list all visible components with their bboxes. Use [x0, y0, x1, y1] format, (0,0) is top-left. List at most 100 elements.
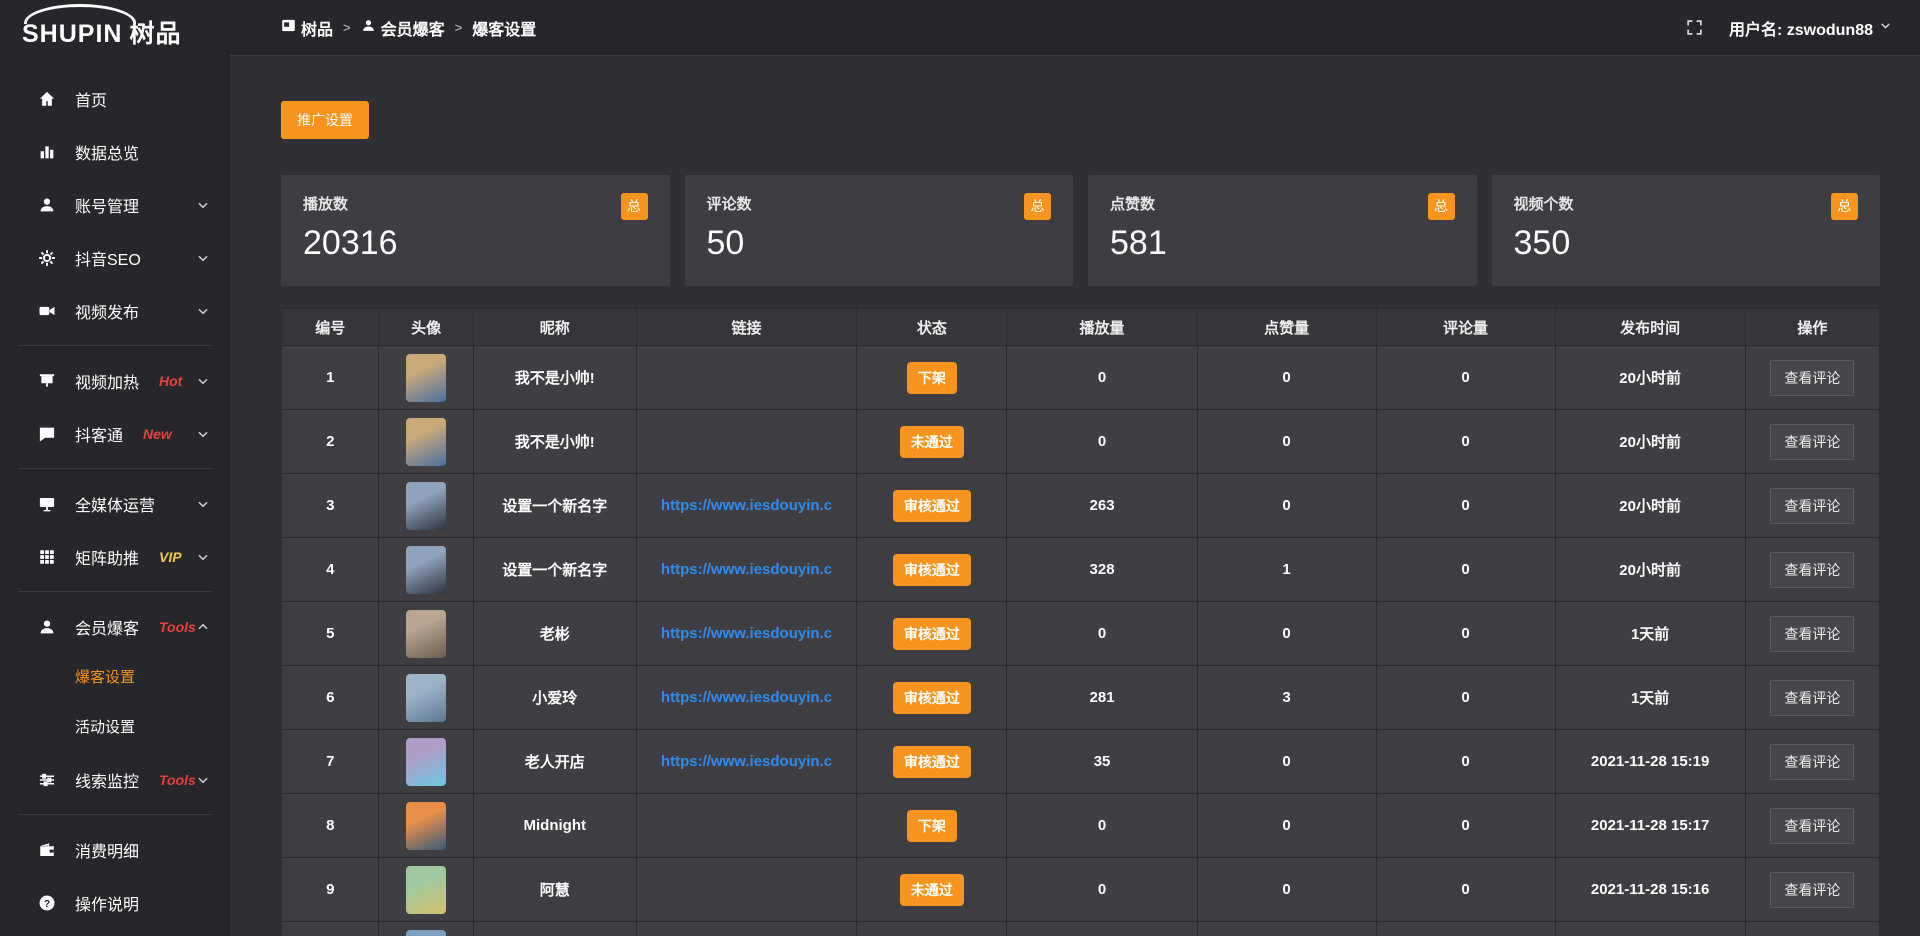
- status-badge[interactable]: 审核通过: [893, 682, 971, 714]
- video-link[interactable]: https://www.iesdouyin.c: [661, 625, 832, 642]
- sidebar-item-clue-monitor[interactable]: 线索监控Tools: [0, 753, 230, 806]
- sidebar-item-video-heat[interactable]: 视频加热Hot: [0, 354, 230, 407]
- sidebar-item-label: 全媒体运营: [75, 492, 155, 516]
- view-comments-button[interactable]: 查看评论: [1770, 360, 1854, 396]
- cell-time: 20小时前: [1555, 474, 1745, 538]
- cell-nickname: 老彬: [473, 602, 636, 666]
- avatar: [406, 866, 446, 914]
- table-row: 4设置一个新名字https://www.iesdouyin.c审核通过32810…: [282, 538, 1880, 602]
- logo-text-en: SHUPIN: [22, 20, 122, 48]
- user-menu[interactable]: 用户名: zswodun88: [1729, 16, 1892, 40]
- cell-plays: 263: [1007, 474, 1197, 538]
- cell-time: 2021-11-28 15:16: [1555, 858, 1745, 922]
- sidebar-subitem-activity-settings[interactable]: 活动设置: [0, 703, 230, 753]
- cell-likes: 1: [1197, 538, 1376, 602]
- promo-settings-button[interactable]: 推广设置: [281, 101, 369, 139]
- chevron-down-icon: [196, 497, 210, 511]
- view-comments-button[interactable]: 查看评论: [1770, 616, 1854, 652]
- view-comments-button[interactable]: 查看评论: [1770, 808, 1854, 844]
- total-badge: 总: [1831, 193, 1858, 220]
- sidebar-item-matrix-boost[interactable]: 矩阵助推VIP: [0, 530, 230, 583]
- videos-table: 编号头像昵称链接状态播放量点赞量评论量发布时间操作 1我不是小帅!下架00020…: [281, 308, 1880, 936]
- cell-avatar: [379, 794, 473, 858]
- chevron-down-icon: [196, 198, 210, 212]
- video-link[interactable]: https://www.iesdouyin.c: [661, 689, 832, 706]
- status-badge[interactable]: 审核通过: [893, 490, 971, 522]
- stat-card-top: 点赞数总: [1110, 193, 1455, 220]
- cell-action: 查看评论: [1745, 474, 1879, 538]
- stat-card-comments: 评论数总50: [685, 175, 1074, 286]
- home-icon: [38, 90, 56, 108]
- comment-icon: [38, 425, 56, 443]
- cell-link: [636, 922, 857, 936]
- breadcrumb: 树品 > 会员爆客 > 爆客设置: [281, 16, 536, 40]
- stat-label: 播放数: [303, 193, 348, 214]
- status-badge[interactable]: 审核通过: [893, 746, 971, 778]
- cell-comments: 0: [1376, 538, 1555, 602]
- cell-likes: 0: [1197, 410, 1376, 474]
- view-comments-button[interactable]: 查看评论: [1770, 744, 1854, 780]
- cell-nickname: Midnight: [473, 794, 636, 858]
- view-comments-button[interactable]: 查看评论: [1770, 552, 1854, 588]
- table-row: 3设置一个新名字https://www.iesdouyin.c审核通过26300…: [282, 474, 1880, 538]
- sidebar-item-video-publish[interactable]: 视频发布: [0, 284, 230, 337]
- table-row: 6小爱玲https://www.iesdouyin.c审核通过281301天前查…: [282, 666, 1880, 730]
- fullscreen-icon[interactable]: [1686, 19, 1703, 36]
- cell-status: 未通过: [857, 410, 1007, 474]
- sidebar-item-home[interactable]: 首页: [0, 72, 230, 125]
- cell-plays: 0: [1007, 410, 1197, 474]
- view-comments-button[interactable]: 查看评论: [1770, 488, 1854, 524]
- view-comments-button[interactable]: 查看评论: [1770, 680, 1854, 716]
- avatar: [406, 930, 446, 936]
- cell-link: https://www.iesdouyin.c: [636, 730, 857, 794]
- status-badge[interactable]: 下架: [907, 810, 957, 842]
- video-link[interactable]: https://www.iesdouyin.c: [661, 561, 832, 578]
- sidebar-item-label: 会员爆客: [75, 615, 139, 639]
- sidebar-item-account-management[interactable]: 账号管理: [0, 178, 230, 231]
- view-comments-button[interactable]: 查看评论: [1770, 424, 1854, 460]
- breadcrumb-label: 树品: [301, 16, 333, 40]
- user-icon: [38, 618, 56, 636]
- stat-label: 评论数: [707, 193, 752, 214]
- stat-card-top: 视频个数总: [1514, 193, 1859, 220]
- breadcrumb-item-member-baoke[interactable]: 会员爆客: [361, 16, 445, 40]
- table-row: 8Midnight下架0002021-11-28 15:17查看评论: [282, 794, 1880, 858]
- cell-comments: 0: [1376, 666, 1555, 730]
- video-link[interactable]: https://www.iesdouyin.c: [661, 497, 832, 514]
- cell-likes: 0: [1197, 730, 1376, 794]
- cell-plays: 0: [1007, 858, 1197, 922]
- sidebar-item-douketong[interactable]: 抖客通New: [0, 407, 230, 460]
- status-badge[interactable]: 下架: [907, 362, 957, 394]
- status-badge[interactable]: 未通过: [900, 874, 964, 906]
- main-content: 推广设置 播放数总20316评论数总50点赞数总581视频个数总350 编号头像…: [230, 57, 1920, 936]
- total-badge: 总: [1024, 193, 1051, 220]
- status-badge[interactable]: 未通过: [900, 426, 964, 458]
- breadcrumb-separator: >: [455, 20, 463, 35]
- breadcrumb-item-shupin[interactable]: 树品: [281, 16, 333, 40]
- cell-likes: 3: [1197, 666, 1376, 730]
- sidebar-item-consume-detail[interactable]: 消费明细: [0, 823, 230, 876]
- status-badge[interactable]: 审核通过: [893, 618, 971, 650]
- sidebar-subitem-baoke-settings[interactable]: 爆客设置: [0, 653, 230, 703]
- cell-avatar: [379, 730, 473, 794]
- sidebar-item-data-overview[interactable]: 数据总览: [0, 125, 230, 178]
- sidebar-item-tag: Tools: [159, 772, 196, 788]
- sidebar-item-operation-guide[interactable]: ?操作说明: [0, 876, 230, 929]
- chevron-down-icon: [196, 304, 210, 318]
- logo[interactable]: SHUPIN树品: [0, 0, 230, 56]
- column-header-action: 操作: [1745, 309, 1879, 346]
- stat-card-likes: 点赞数总581: [1088, 175, 1477, 286]
- video-link[interactable]: https://www.iesdouyin.c: [661, 753, 832, 770]
- stat-value: 350: [1514, 224, 1859, 263]
- sidebar-item-douyin-seo[interactable]: 抖音SEO: [0, 231, 230, 284]
- cell-action: 查看评论: [1745, 858, 1879, 922]
- cell-likes: 0: [1197, 794, 1376, 858]
- status-badge[interactable]: 审核通过: [893, 554, 971, 586]
- cell-nickname: [473, 922, 636, 936]
- cell-comments: 0: [1376, 474, 1555, 538]
- sidebar-item-media-operation[interactable]: 全媒体运营: [0, 477, 230, 530]
- app-grid-icon: [281, 18, 296, 38]
- sidebar-item-member-baoke[interactable]: 会员爆客Tools: [0, 600, 230, 653]
- cell-avatar: [379, 538, 473, 602]
- view-comments-button[interactable]: 查看评论: [1770, 872, 1854, 908]
